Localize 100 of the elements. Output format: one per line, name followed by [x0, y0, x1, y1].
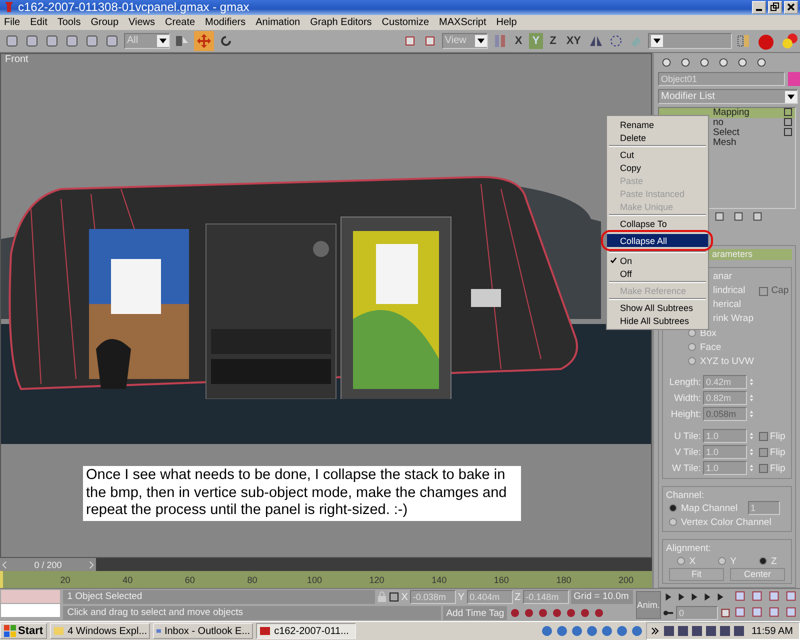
cap-label: Cap — [771, 284, 789, 298]
axis-option-label: Y — [730, 556, 736, 566]
toggle-box[interactable] — [784, 118, 792, 126]
frame-label: 120 — [369, 575, 384, 585]
context-menu-item[interactable]: Collapse All — [607, 234, 708, 247]
menu-item[interactable]: Tools — [57, 16, 81, 28]
mapping-option[interactable]: lindrical Cap — [713, 284, 789, 298]
dimension-label: Width: — [673, 392, 701, 404]
object-color-swatch[interactable] — [788, 72, 800, 86]
spinner-icon[interactable] — [749, 377, 754, 387]
flip-label: Flip — [770, 462, 786, 474]
menu-item[interactable]: Animation — [256, 16, 300, 28]
listener-field[interactable] — [1, 590, 60, 603]
channel-option-label: Map Channel — [681, 502, 738, 514]
layers-icon[interactable] — [736, 32, 752, 49]
menu-item[interactable]: Help — [496, 16, 517, 28]
time-slider-thumb[interactable]: 0 / 200 — [0, 558, 96, 571]
windows-logo-icon — [4, 625, 16, 637]
taskbar-button[interactable]: 4 Windows Expl... — [50, 623, 150, 639]
timeline-ruler[interactable]: 20 40 60 80 100 120 140 160 180 200 — [0, 571, 652, 588]
move-icon[interactable] — [194, 30, 214, 51]
radio-button[interactable] — [669, 518, 677, 526]
tile-label: W Tile: — [670, 462, 701, 474]
viewport-label: Front — [5, 54, 28, 65]
restore-button[interactable] — [768, 0, 782, 14]
flip-checkbox[interactable] — [759, 464, 768, 472]
axis-constraint-button[interactable]: XY — [563, 32, 584, 49]
flip-checkbox[interactable] — [759, 448, 768, 456]
menu-item[interactable]: File — [4, 16, 20, 28]
caption-text: Once I see what needs to be done, I collapse the stack to bake in the bmp, then in vertice sub-object mode, make the chamges and repeat the process until the panel is right-sized. :-) — [83, 466, 521, 520]
flip-label: Flip — [770, 446, 786, 458]
spinner-icon[interactable] — [749, 447, 754, 457]
frame-label: 60 — [184, 575, 195, 585]
time-slider[interactable]: 0 / 200 — [0, 558, 652, 571]
frame-label: 180 — [556, 575, 572, 585]
dimension-label: Length: — [668, 376, 701, 388]
toggle-box[interactable] — [784, 128, 792, 136]
menu-item[interactable]: Group — [90, 16, 119, 28]
frame-label: 40 — [122, 575, 133, 585]
add-time-tag-button[interactable]: Add Time Tag — [443, 606, 508, 620]
minimize-icon — [756, 9, 762, 12]
close-icon — [786, 2, 796, 12]
animate-button[interactable]: Anim. — [636, 591, 661, 619]
spinner-icon[interactable] — [749, 393, 754, 403]
clock: 11:59 AM — [750, 626, 794, 636]
tile-label: V Tile: — [674, 446, 701, 458]
menu-item[interactable]: Views — [128, 16, 156, 28]
frame-label: 20 — [60, 575, 70, 585]
taskbar-button[interactable]: c162-2007-011... — [256, 623, 356, 639]
taskbar-button[interactable]: Inbox - Outlook E... — [153, 623, 254, 639]
toggle-box[interactable] — [784, 108, 792, 116]
absolute-mode-icon[interactable] — [389, 591, 400, 603]
spinner-icon[interactable] — [749, 409, 754, 419]
menu-item[interactable]: MAXScript — [439, 16, 486, 28]
app-logo-icon — [3, 1, 15, 14]
frame-label: 100 — [307, 575, 322, 585]
prompt-text: Click and drag to select and move objects — [63, 606, 442, 620]
menu-item[interactable]: Graph Editors — [310, 16, 372, 28]
array-icon[interactable] — [608, 32, 624, 49]
minimize-button[interactable] — [752, 0, 766, 14]
radio-button[interactable] — [718, 557, 726, 565]
channel-option-label: Vertex Color Channel — [681, 516, 772, 528]
close-button[interactable] — [784, 0, 798, 14]
listener-output-field[interactable] — [1, 604, 60, 617]
axis-option-label: Z — [770, 556, 777, 566]
axis-option-label: X — [689, 556, 696, 566]
group-title: Channel: — [666, 490, 704, 501]
program-icon — [259, 625, 272, 637]
window-title: c162-2007-011308-01vcpanel.gmax - gmax — [18, 0, 250, 14]
radio-button[interactable] — [688, 357, 696, 365]
spinner-icon[interactable] — [749, 463, 754, 473]
menu-item[interactable]: Create — [165, 16, 196, 28]
frame-label: 200 — [618, 575, 634, 585]
start-button[interactable]: Start — [0, 623, 48, 639]
modifier-list-dropdown[interactable]: Modifier List — [658, 89, 798, 104]
selection-status: 1 Object Selected — [63, 590, 376, 604]
coordinate-label: X — [401, 592, 408, 602]
radio-button[interactable] — [758, 557, 767, 565]
menu-item[interactable]: Customize — [382, 16, 430, 28]
axis-constraint-button[interactable]: X — [512, 32, 526, 49]
menu-item[interactable]: Modifiers — [205, 16, 246, 28]
frame-label: 140 — [432, 575, 447, 585]
named-selection-dropdown[interactable] — [648, 32, 732, 49]
spinner-icon[interactable] — [749, 431, 754, 441]
play-icon[interactable] — [689, 592, 700, 602]
chevron-icon[interactable] — [649, 625, 662, 637]
menu-item[interactable]: Edit — [30, 16, 48, 28]
radio-button[interactable] — [688, 343, 696, 351]
checkmark-icon — [610, 257, 617, 264]
caret-icon — [474, 34, 487, 47]
material-spheres-icon[interactable] — [780, 30, 800, 51]
axis-constraint-button[interactable]: Y — [529, 32, 543, 49]
caret-icon — [651, 34, 663, 47]
radio-button[interactable] — [669, 504, 677, 512]
caret-icon — [785, 90, 797, 103]
flip-checkbox[interactable] — [759, 432, 768, 440]
cap-checkbox[interactable] — [759, 286, 768, 296]
axis-constraint-button[interactable]: Z — [546, 32, 560, 49]
radio-button[interactable] — [677, 557, 686, 565]
frame-label: 80 — [247, 575, 258, 585]
